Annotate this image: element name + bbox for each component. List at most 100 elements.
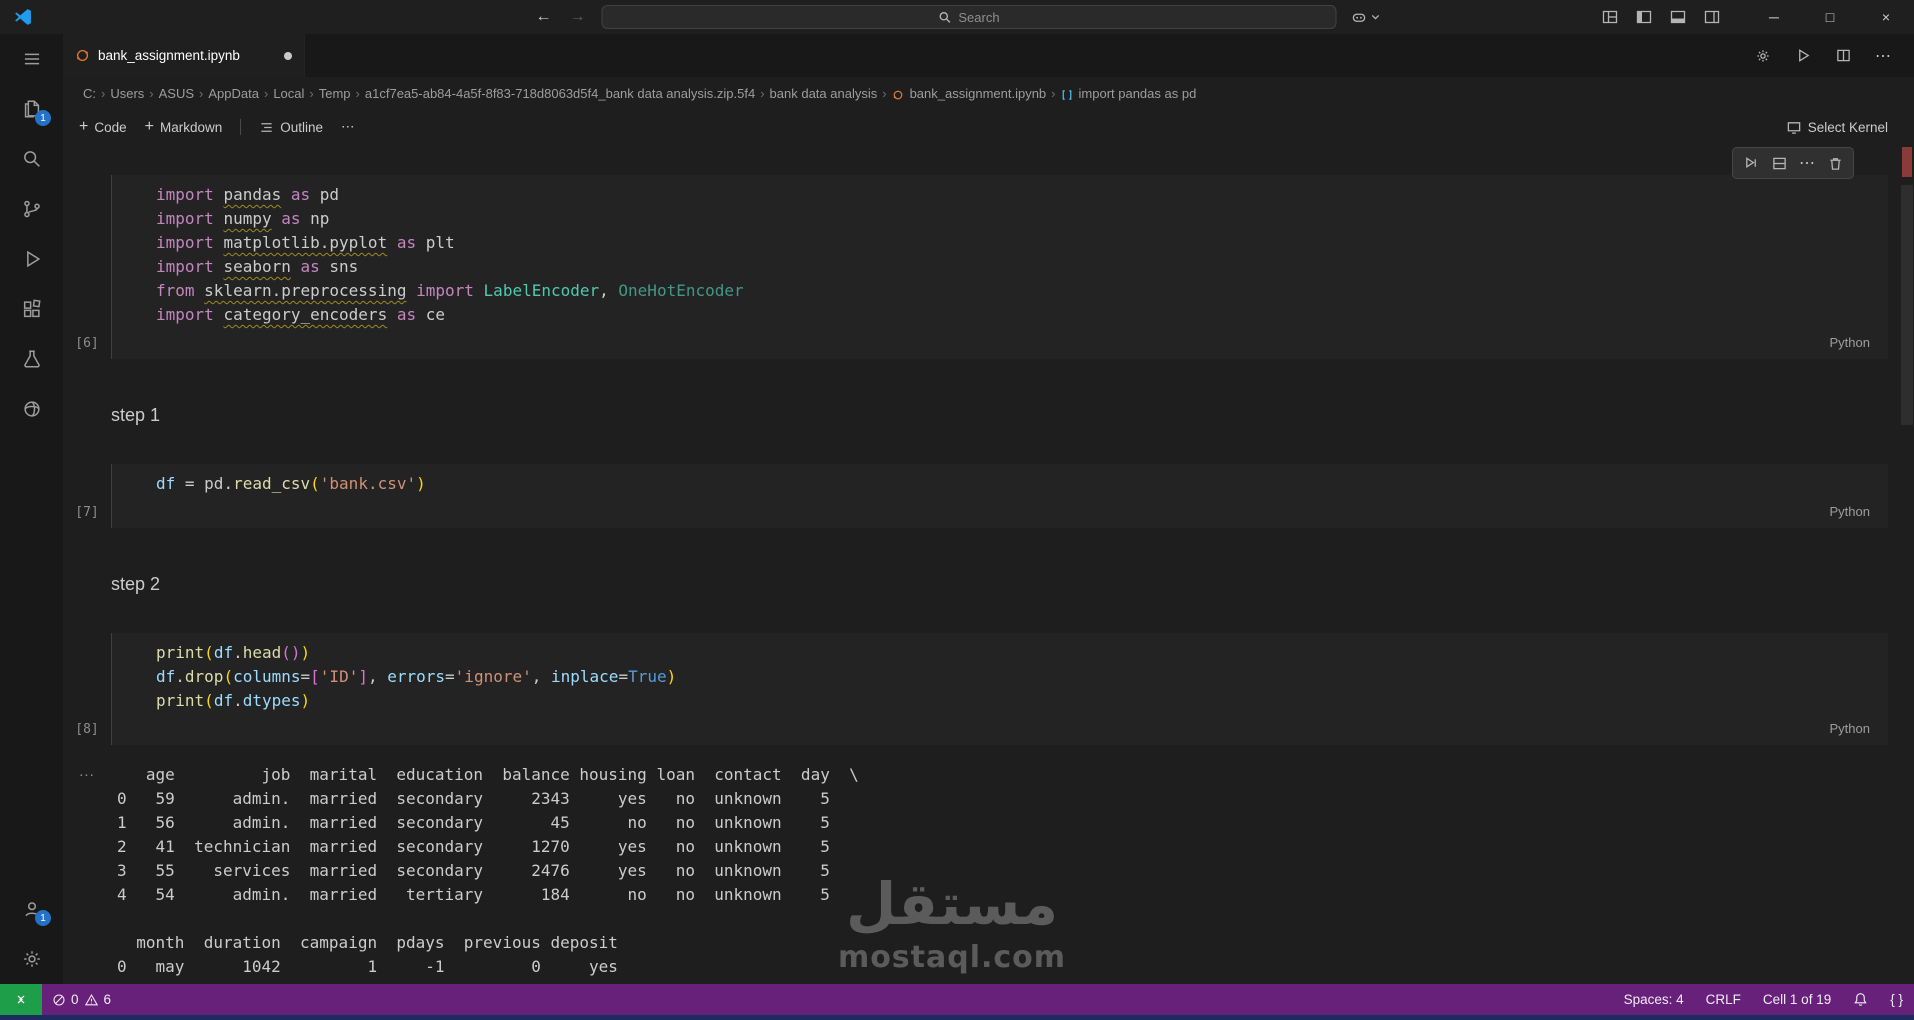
breadcrumb-item[interactable]: C: xyxy=(81,86,98,101)
delete-cell-icon[interactable] xyxy=(1824,152,1846,174)
split-cell-icon[interactable] xyxy=(1768,152,1790,174)
scrollbar[interactable] xyxy=(1900,145,1914,984)
scrollbar-thumb[interactable] xyxy=(1901,185,1913,425)
language-braces-status[interactable]: { } xyxy=(1879,984,1914,1015)
toggle-panel-icon[interactable] xyxy=(1670,9,1686,25)
symbol-icon xyxy=(1061,89,1073,101)
search-view-icon[interactable] xyxy=(0,134,63,184)
cell-editor[interactable]: df = pd.read_csv('bank.csv') Python xyxy=(111,464,1888,528)
command-center-search[interactable]: Search xyxy=(601,5,1337,29)
plus-icon: + xyxy=(79,118,89,135)
menu-icon[interactable] xyxy=(0,34,63,84)
accounts-badge: 1 xyxy=(35,910,51,926)
add-code-cell-button[interactable]: + Code xyxy=(79,118,127,136)
breadcrumb-separator-icon: › xyxy=(882,85,887,101)
code-line[interactable]: print(df.dtypes) xyxy=(156,691,1888,715)
toggle-secondary-sidebar-icon[interactable] xyxy=(1704,9,1720,25)
forward-arrow-icon[interactable]: → xyxy=(568,8,588,26)
code-line[interactable]: df = pd.read_csv('bank.csv') xyxy=(156,474,1888,498)
minimize-button[interactable]: ─ xyxy=(1746,0,1802,34)
tab-bank-assignment[interactable]: bank_assignment.ipynb xyxy=(63,34,305,77)
back-arrow-icon[interactable]: ← xyxy=(534,8,554,26)
code-cell[interactable]: [6] import pandas as pd import numpy as np… xyxy=(63,175,1888,359)
code-line[interactable]: from sklearn.preprocessing import LabelE… xyxy=(156,281,1888,305)
cell-position-status[interactable]: Cell 1 of 19 xyxy=(1752,984,1842,1015)
code-line[interactable]: import numpy as np xyxy=(156,209,1888,233)
execute-cell-icon[interactable] xyxy=(1740,152,1762,174)
indentation-status[interactable]: Spaces: 4 xyxy=(1613,984,1695,1015)
search-placeholder: Search xyxy=(958,9,1000,25)
more-actions-icon[interactable]: ⋯ xyxy=(1872,45,1894,67)
cell-editor[interactable]: import pandas as pd import numpy as np imp… xyxy=(111,175,1888,359)
warning-icon xyxy=(84,993,98,1005)
code-lines: print(df.head()) df.drop(columns=['ID'], … xyxy=(112,643,1888,715)
select-kernel-label: Select Kernel xyxy=(1807,119,1888,135)
code-line[interactable]: import pandas as pd xyxy=(156,185,1888,209)
eol-status[interactable]: CRLF xyxy=(1695,984,1752,1015)
output-collapse-hint[interactable]: ... xyxy=(63,763,111,979)
cell-footer: Python xyxy=(112,498,1888,524)
status-bar: 0 6 Spaces: 4 CRLF Cell 1 of 19 { } xyxy=(0,984,1914,1015)
plus-icon: + xyxy=(144,118,154,135)
breadcrumb-item[interactable]: AppData xyxy=(206,86,261,101)
breadcrumb-item[interactable]: Temp xyxy=(317,86,353,101)
breadcrumb-item[interactable]: ASUS xyxy=(157,86,196,101)
activity-bar: 1 1 xyxy=(0,34,63,984)
error-count: 0 xyxy=(71,992,79,1007)
explorer-icon[interactable]: 1 xyxy=(0,84,63,134)
breadcrumb-item[interactable]: a1cf7ea5-ab84-4a5f-8f83-718d8063d5f4_ban… xyxy=(363,86,757,101)
cell-footer: Python xyxy=(112,329,1888,355)
code-cell[interactable]: [8] print(df.head()) df.drop(columns=['ID'… xyxy=(63,633,1888,745)
problems-status[interactable]: 0 6 xyxy=(42,984,121,1015)
markdown-cell[interactable]: step 1 xyxy=(63,385,1888,446)
cell-editor[interactable]: print(df.head()) df.drop(columns=['ID'], … xyxy=(111,633,1888,745)
modified-indicator[interactable] xyxy=(284,51,292,60)
run-all-icon[interactable] xyxy=(1792,45,1814,67)
vscode-logo-icon xyxy=(12,6,34,28)
code-line[interactable]: import category_encoders as ce xyxy=(156,305,1888,329)
maximize-button[interactable]: □ xyxy=(1802,0,1858,34)
code-line[interactable]: import seaborn as sns xyxy=(156,257,1888,281)
cell-gutter: [8] xyxy=(63,633,111,745)
code-lines: df = pd.read_csv('bank.csv') xyxy=(112,474,1888,498)
settings-gear-icon[interactable] xyxy=(0,934,63,984)
code-line[interactable]: print(df.head()) xyxy=(156,643,1888,667)
breadcrumb-separator-icon: › xyxy=(263,85,269,101)
cell-language-picker[interactable]: Python xyxy=(1830,504,1870,519)
run-debug-icon[interactable] xyxy=(0,234,63,284)
cell-language-picker[interactable]: Python xyxy=(1830,721,1870,736)
copilot-menu[interactable] xyxy=(1351,10,1381,25)
copilot-chat-icon[interactable] xyxy=(0,384,63,434)
source-control-icon[interactable] xyxy=(0,184,63,234)
toggle-sidebar-icon[interactable] xyxy=(1636,9,1652,25)
markdown-text: step 2 xyxy=(111,574,161,594)
select-kernel-button[interactable]: Select Kernel xyxy=(1786,120,1888,135)
breadcrumb-item[interactable]: import pandas as pd xyxy=(1077,86,1199,101)
split-editor-icon[interactable] xyxy=(1832,45,1854,67)
breadcrumb-item[interactable]: bank data analysis xyxy=(768,86,880,101)
extensions-icon[interactable] xyxy=(0,284,63,334)
notebook-editor[interactable]: [6] import pandas as pd import numpy as np… xyxy=(63,145,1914,984)
breadcrumb-separator-icon: › xyxy=(309,85,314,101)
cell-language-picker[interactable]: Python xyxy=(1830,335,1870,350)
editor-grid-layout-icon[interactable] xyxy=(1602,9,1618,25)
toolbar-more-actions[interactable]: ⋯ xyxy=(341,119,355,135)
remote-indicator[interactable] xyxy=(0,984,42,1015)
outline-button[interactable]: Outline xyxy=(259,120,323,135)
overview-ruler-warning-mark xyxy=(1902,147,1912,177)
accounts-icon[interactable]: 1 xyxy=(0,884,63,934)
breadcrumb-item[interactable]: Local xyxy=(271,86,306,101)
breadcrumb-item[interactable]: bank_assignment.ipynb xyxy=(908,86,1049,101)
code-cell[interactable]: [7] df = pd.read_csv('bank.csv') Python xyxy=(63,464,1888,528)
breadcrumb-item[interactable]: Users xyxy=(108,86,146,101)
notebook-settings-icon[interactable] xyxy=(1752,45,1774,67)
add-code-label: Code xyxy=(94,119,127,135)
code-line[interactable]: import matplotlib.pyplot as plt xyxy=(156,233,1888,257)
cell-more-actions-icon[interactable]: ⋯ xyxy=(1796,152,1818,174)
notifications-bell[interactable] xyxy=(1842,984,1879,1015)
markdown-cell[interactable]: step 2 xyxy=(63,554,1888,615)
code-line[interactable]: df.drop(columns=['ID'], errors='ignore',… xyxy=(156,667,1888,691)
add-markdown-cell-button[interactable]: + Markdown xyxy=(145,118,223,136)
close-button[interactable]: × xyxy=(1858,0,1914,34)
testing-beaker-icon[interactable] xyxy=(0,334,63,384)
